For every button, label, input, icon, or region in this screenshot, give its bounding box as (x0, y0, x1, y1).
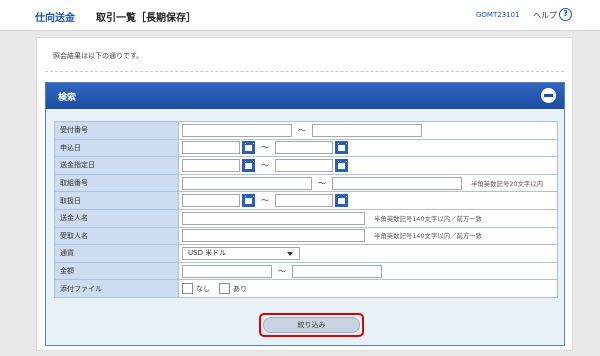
form-row-transaction-number: 取組番号 ～ 半角英数記号20文字以内 (54, 173, 558, 193)
receipt-number-from-input[interactable] (182, 123, 292, 137)
form-row-attachment: 添付ファイル なし あり (54, 279, 558, 298)
attachment-none-label: なし (196, 284, 210, 293)
remittance-date-from-input[interactable] (182, 158, 240, 172)
receipt-number-to-input[interactable] (312, 123, 422, 137)
recipient-name-input[interactable] (182, 229, 365, 243)
field-label: 送金指定日 (54, 156, 179, 175)
range-separator: ～ (261, 143, 269, 153)
page-title: 取引一覧［長期保存］ (96, 13, 196, 24)
form-row-currency: 通貨 USD 米ドル (54, 244, 558, 263)
calendar-icon[interactable] (335, 158, 348, 172)
calendar-icon[interactable] (242, 141, 255, 155)
application-date-from-input[interactable] (182, 141, 240, 155)
handling-date-to-input[interactable] (275, 194, 333, 208)
filter-button[interactable]: 絞り込み (263, 317, 360, 333)
calendar-icon[interactable] (335, 194, 348, 208)
remittance-date-to-input[interactable] (275, 158, 333, 172)
application-date-to-input[interactable] (275, 141, 333, 155)
search-panel-title: 検索 (58, 93, 77, 103)
handling-date-from-input[interactable] (182, 194, 240, 208)
brand-label: 仕向送金 (35, 13, 75, 24)
transaction-number-to-input[interactable] (332, 176, 462, 190)
field-label: 取組番号 (54, 173, 179, 193)
form-row-receipt-number: 受付番号 ～ (54, 121, 558, 140)
content-area: 照会結果は以下の通りです。 検索 受付番号 ～ 申込日 ～ 送金指定日 ～ 取組… (36, 37, 573, 351)
help-icon[interactable]: ? (559, 8, 572, 21)
screen-id: GOMT23101 (476, 11, 520, 19)
field-label: 受付番号 (54, 121, 179, 140)
calendar-icon[interactable] (242, 158, 255, 172)
collapse-icon[interactable] (541, 88, 556, 103)
form-row-application-date: 申込日 ～ (54, 138, 558, 158)
form-row-remittance-date: 送金指定日 ～ (54, 156, 558, 175)
dropdown-arrow-icon (287, 251, 293, 256)
transaction-number-from-input[interactable] (182, 176, 312, 190)
field-hint: 半角英数記号140文字以内／前方一致 (374, 214, 483, 223)
range-separator: ～ (298, 125, 306, 135)
field-label: 送金人名 (54, 208, 179, 228)
sender-name-input[interactable] (182, 211, 365, 225)
range-separator: ～ (261, 160, 269, 170)
range-separator: ～ (318, 178, 326, 188)
form-row-amount: 金額 ～ (54, 261, 558, 281)
field-label: 取扱日 (54, 191, 179, 210)
top-bar: 仕向送金 取引一覧［長期保存］ GOMT23101 ヘルプ ? (0, 0, 600, 31)
field-label: 申込日 (54, 138, 179, 158)
search-form: 受付番号 ～ 申込日 ～ 送金指定日 ～ 取組番号 ～半角英数記号20文字以内 … (54, 121, 558, 298)
attachment-none-checkbox[interactable] (182, 283, 193, 295)
filter-button-highlight: 絞り込み (259, 313, 364, 337)
divider (45, 71, 564, 72)
field-hint: 半角英数記号20文字以内 (471, 179, 544, 188)
intro-text: 照会結果は以下の通りです。 (53, 52, 144, 60)
search-panel: 検索 受付番号 ～ 申込日 ～ 送金指定日 ～ 取組番号 ～ 半角英数記号20文… (45, 82, 565, 346)
form-row-handling-date: 取扱日 ～ (54, 191, 558, 210)
range-separator: ～ (278, 266, 286, 276)
field-label: 受取人名 (54, 226, 179, 246)
form-row-recipient-name: 受取人名 半角英数記号140文字以内／前方一致 (54, 226, 558, 246)
help-link[interactable]: ヘルプ (533, 10, 557, 21)
field-label: 添付ファイル (54, 279, 179, 298)
currency-select-value: USD 米ドル (188, 248, 227, 257)
field-label: 通貨 (54, 244, 179, 263)
calendar-icon[interactable] (335, 141, 348, 155)
field-label: 金額 (54, 261, 179, 281)
currency-select[interactable]: USD 米ドル (182, 246, 300, 260)
amount-from-input[interactable] (182, 264, 272, 278)
search-panel-header[interactable]: 検索 (46, 83, 564, 109)
field-hint: 半角英数記号140文字以内／前方一致 (374, 232, 483, 241)
calendar-icon[interactable] (242, 194, 255, 208)
attachment-yes-checkbox[interactable] (219, 283, 230, 295)
amount-to-input[interactable] (292, 264, 382, 278)
form-row-sender-name: 送金人名 半角英数記号140文字以内／前方一致 (54, 208, 558, 228)
attachment-yes-label: あり (233, 284, 247, 293)
range-separator: ～ (261, 196, 269, 206)
